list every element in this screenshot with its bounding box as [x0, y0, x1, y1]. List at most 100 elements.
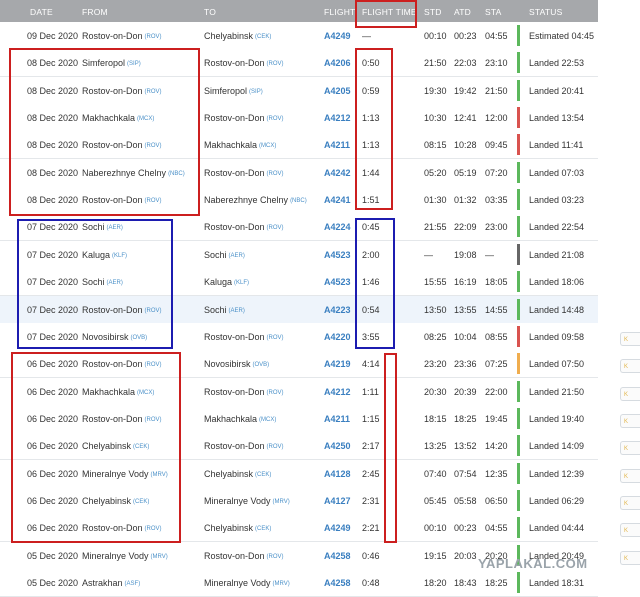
cell-to: Rostov-on-Don (ROV)	[204, 113, 284, 124]
cell-sta: 21:50	[485, 85, 508, 96]
table-row[interactable]: 09 Dec 2020 Rostov-on-Don (ROV) Chelyabinsk…	[0, 22, 598, 50]
side-tag-button[interactable]: K	[620, 550, 640, 565]
cell-std: 23:20	[424, 359, 447, 370]
cell-status: Landed 07:03	[529, 167, 585, 178]
status-indicator-bar	[517, 161, 520, 183]
col-flight-header[interactable]: FLIGHT	[324, 7, 355, 17]
cell-flight[interactable]: A4205	[324, 86, 351, 96]
cell-to: Sochi (AER)	[204, 304, 245, 315]
col-date-header[interactable]: DATE	[30, 7, 53, 17]
side-tag-button[interactable]: K	[620, 523, 640, 538]
cell-sta: 23:10	[485, 58, 508, 69]
cell-std: 15:55	[424, 277, 447, 288]
cell-flight[interactable]: A4242	[324, 168, 351, 178]
table-row[interactable]: 05 Dec 2020 Astrakhan (ASF) Mineralnye Vody…	[0, 569, 598, 597]
cell-std: 19:15	[424, 550, 447, 561]
cell-to: Rostov-on-Don (ROV)	[204, 386, 284, 397]
cell-status: Landed 21:08	[529, 249, 585, 260]
cell-flight[interactable]: A4211	[324, 140, 350, 150]
cell-flight[interactable]: A4223	[324, 305, 351, 315]
annotation-box-dec06-routes	[11, 352, 181, 543]
cell-flight[interactable]: A4127	[324, 496, 351, 506]
annotation-box-flight-time-header	[355, 0, 417, 28]
airport-code: (ROV)	[266, 61, 284, 68]
cell-flight[interactable]: A4212	[324, 113, 351, 123]
cell-flight[interactable]: A4249	[324, 523, 351, 533]
airport-code: (CEK)	[255, 471, 272, 478]
side-tag-button[interactable]: K	[620, 496, 640, 511]
cell-status: Landed 06:29	[529, 495, 585, 506]
cell-sta: 18:05	[485, 277, 508, 288]
cell-atd: 00:23	[454, 31, 477, 41]
cell-flight[interactable]: A4219	[324, 359, 351, 369]
cell-atd: 16:19	[454, 277, 477, 288]
cell-sta: 23:00	[485, 222, 508, 233]
cell-to: Rostov-on-Don (ROV)	[204, 222, 284, 233]
cell-status: Landed 18:31	[529, 578, 585, 588]
cell-flight[interactable]: A4523	[324, 277, 351, 287]
cell-flight-time: 1:15	[362, 413, 380, 424]
cell-atd: 18:43	[454, 578, 477, 588]
cell-to: Rostov-on-Don (ROV)	[204, 550, 284, 561]
cell-sta: 12:00	[485, 113, 508, 124]
cell-std: 00:10	[424, 31, 447, 41]
cell-atd: 07:54	[454, 468, 477, 479]
cell-std: 13:50	[424, 304, 447, 315]
cell-std: 01:30	[424, 195, 447, 206]
cell-flight[interactable]: A4224	[324, 222, 351, 232]
airport-code: (ROV)	[266, 553, 284, 560]
airport-code: (MRV)	[272, 581, 290, 587]
cell-sta: 19:45	[485, 413, 508, 424]
cell-flight[interactable]: A4523	[324, 250, 351, 260]
cell-flight[interactable]: A4258	[324, 551, 351, 561]
cell-status: Landed 07:50	[529, 359, 585, 370]
cell-sta: —	[485, 249, 494, 260]
col-status-header[interactable]: STATUS	[529, 7, 562, 17]
airport-code: (ROV)	[266, 334, 284, 341]
cell-sta: 22:00	[485, 386, 508, 397]
cell-std: 10:30	[424, 113, 447, 124]
side-tag-button[interactable]: K	[620, 468, 640, 483]
cell-std: 18:15	[424, 413, 447, 424]
cell-atd: 13:52	[454, 441, 477, 452]
side-tag-button[interactable]: K	[620, 414, 640, 429]
side-tag-button[interactable]: K	[620, 359, 640, 374]
cell-to: Sochi (AER)	[204, 249, 245, 260]
cell-std: 05:45	[424, 495, 447, 506]
cell-atd: 10:04	[454, 331, 477, 342]
col-to-header[interactable]: TO	[204, 7, 216, 17]
cell-date: 05 Dec 2020	[27, 550, 79, 561]
cell-flight-time: 4:14	[362, 359, 380, 370]
cell-flight[interactable]: A4128	[324, 469, 351, 479]
cell-flight[interactable]: A4250	[324, 441, 351, 451]
side-tag-button[interactable]: K	[620, 441, 640, 456]
cell-sta: 14:55	[485, 304, 508, 315]
cell-flight[interactable]: A4212	[324, 387, 351, 397]
col-atd-header[interactable]: ATD	[454, 7, 471, 17]
cell-flight[interactable]: A4206	[324, 58, 351, 68]
airport-code: (ROV)	[266, 389, 284, 396]
cell-to: Chelyabinsk (CEK)	[204, 523, 272, 534]
cell-to: Makhachkala (MCX)	[204, 140, 277, 151]
cell-to: Rostov-on-Don (ROV)	[204, 331, 284, 342]
col-std-header[interactable]: STD	[424, 7, 442, 17]
cell-status: Landed 18:06	[529, 277, 585, 288]
cell-atd: 23:36	[454, 359, 477, 370]
cell-std: 08:15	[424, 140, 447, 151]
airport-code: (MRV)	[272, 498, 290, 505]
cell-date: 09 Dec 2020	[27, 31, 79, 41]
cell-std: 21:55	[424, 222, 447, 233]
col-from-header[interactable]: FROM	[82, 7, 108, 17]
cell-flight[interactable]: A4220	[324, 332, 351, 342]
col-sta-header[interactable]: STA	[485, 7, 502, 17]
side-tag-button[interactable]: K	[620, 332, 640, 346]
side-tag-button[interactable]: K	[620, 386, 640, 401]
cell-flight-time: 2:31	[362, 495, 380, 506]
cell-flight[interactable]: A4211	[324, 414, 350, 424]
cell-flight[interactable]: A4241	[324, 195, 351, 205]
cell-flight[interactable]: A4258	[324, 578, 351, 588]
cell-to: Simferopol (SIP)	[204, 85, 263, 96]
status-indicator-bar	[517, 435, 520, 457]
cell-flight[interactable]: A4249	[324, 31, 351, 41]
airport-code: (MCX)	[259, 143, 277, 150]
